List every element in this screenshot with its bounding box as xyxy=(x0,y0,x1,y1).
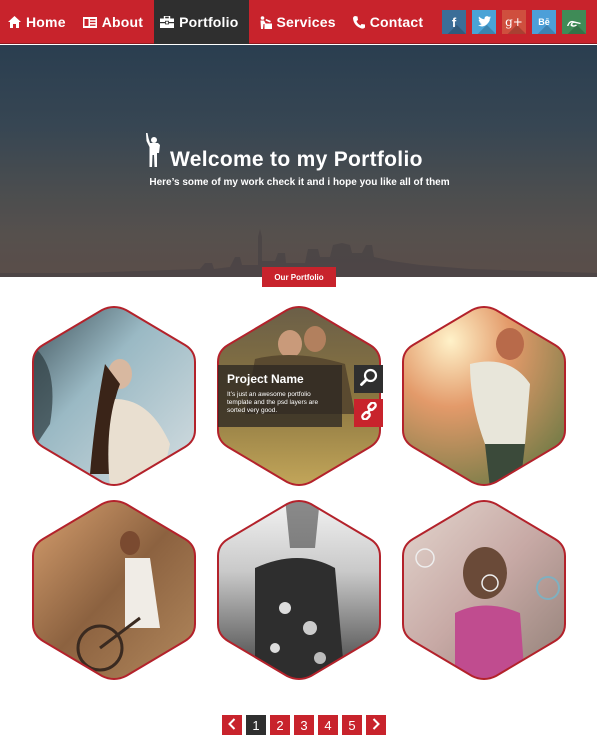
portfolio-item-6[interactable] xyxy=(400,498,568,682)
portfolio-item-1[interactable] xyxy=(30,304,198,488)
nav-item-portfolio[interactable]: Portfolio xyxy=(154,0,249,44)
behance-button[interactable]: Bē xyxy=(532,10,556,34)
hero-heading: Welcome to my Portfolio xyxy=(144,133,423,172)
deviantart-button[interactable] xyxy=(562,10,586,34)
deviantart-icon xyxy=(567,15,581,30)
id-card-icon xyxy=(82,16,97,28)
project-title: Project Name xyxy=(227,372,304,386)
hero-subtitle: Here’s some of my work check it and i ho… xyxy=(149,177,450,188)
google-plus-icon: g+ xyxy=(505,15,523,29)
hero-banner: Welcome to my Portfolio Here’s some of m… xyxy=(0,45,597,277)
next-page-button[interactable] xyxy=(366,715,386,735)
nav-item-services[interactable]: Services xyxy=(249,0,343,44)
nav-item-home[interactable]: Home xyxy=(0,0,73,44)
project-description: It’s just an awesome portfolio template … xyxy=(227,391,319,414)
person-desk-icon xyxy=(259,15,272,29)
behance-icon: Bē xyxy=(538,17,550,27)
hero-title: Welcome to my Portfolio xyxy=(170,148,423,171)
portfolio-item-4[interactable] xyxy=(30,498,198,682)
link-icon xyxy=(360,400,378,425)
search-icon xyxy=(359,368,378,391)
our-portfolio-tab[interactable]: Our Portfolio xyxy=(262,267,336,287)
nav-item-label: Home xyxy=(26,14,66,30)
chevron-left-icon xyxy=(228,717,236,733)
nav-item-label: Services xyxy=(276,14,336,30)
phone-icon xyxy=(352,15,365,29)
google-plus-button[interactable]: g+ xyxy=(502,10,526,34)
twitter-icon xyxy=(477,15,491,30)
project-link-button[interactable] xyxy=(354,399,383,427)
twitter-button[interactable] xyxy=(472,10,496,34)
facebook-button[interactable]: f xyxy=(442,10,466,34)
view-project-button[interactable] xyxy=(354,365,383,393)
project-hover-card: Project Name It’s just an awesome portfo… xyxy=(218,365,342,427)
chevron-right-icon xyxy=(372,717,380,733)
page-2-button[interactable]: 2 xyxy=(270,715,290,735)
nav-item-label: Portfolio xyxy=(179,14,239,30)
prev-page-button[interactable] xyxy=(222,715,242,735)
page-4-button[interactable]: 4 xyxy=(318,715,338,735)
page-3-button[interactable]: 3 xyxy=(294,715,314,735)
briefcase-icon xyxy=(160,16,175,28)
page-1-button[interactable]: 1 xyxy=(246,715,266,735)
portfolio-item-5[interactable] xyxy=(215,498,383,682)
nav-item-contact[interactable]: Contact xyxy=(343,0,431,44)
facebook-icon: f xyxy=(451,14,457,30)
pagination: 1 2 3 4 5 xyxy=(222,715,386,735)
social-links: f g+ Bē xyxy=(442,10,586,34)
nav-item-about[interactable]: About xyxy=(73,0,150,44)
nav-menu: Home About Portfolio Services Contact xyxy=(0,0,430,44)
nav-item-label: Contact xyxy=(369,14,424,30)
waving-person-icon xyxy=(144,133,162,172)
home-icon xyxy=(8,16,21,28)
portfolio-item-3[interactable] xyxy=(400,304,568,488)
nav-item-label: About xyxy=(101,14,144,30)
page-5-button[interactable]: 5 xyxy=(342,715,362,735)
top-navbar: Home About Portfolio Services Contact f … xyxy=(0,0,597,44)
